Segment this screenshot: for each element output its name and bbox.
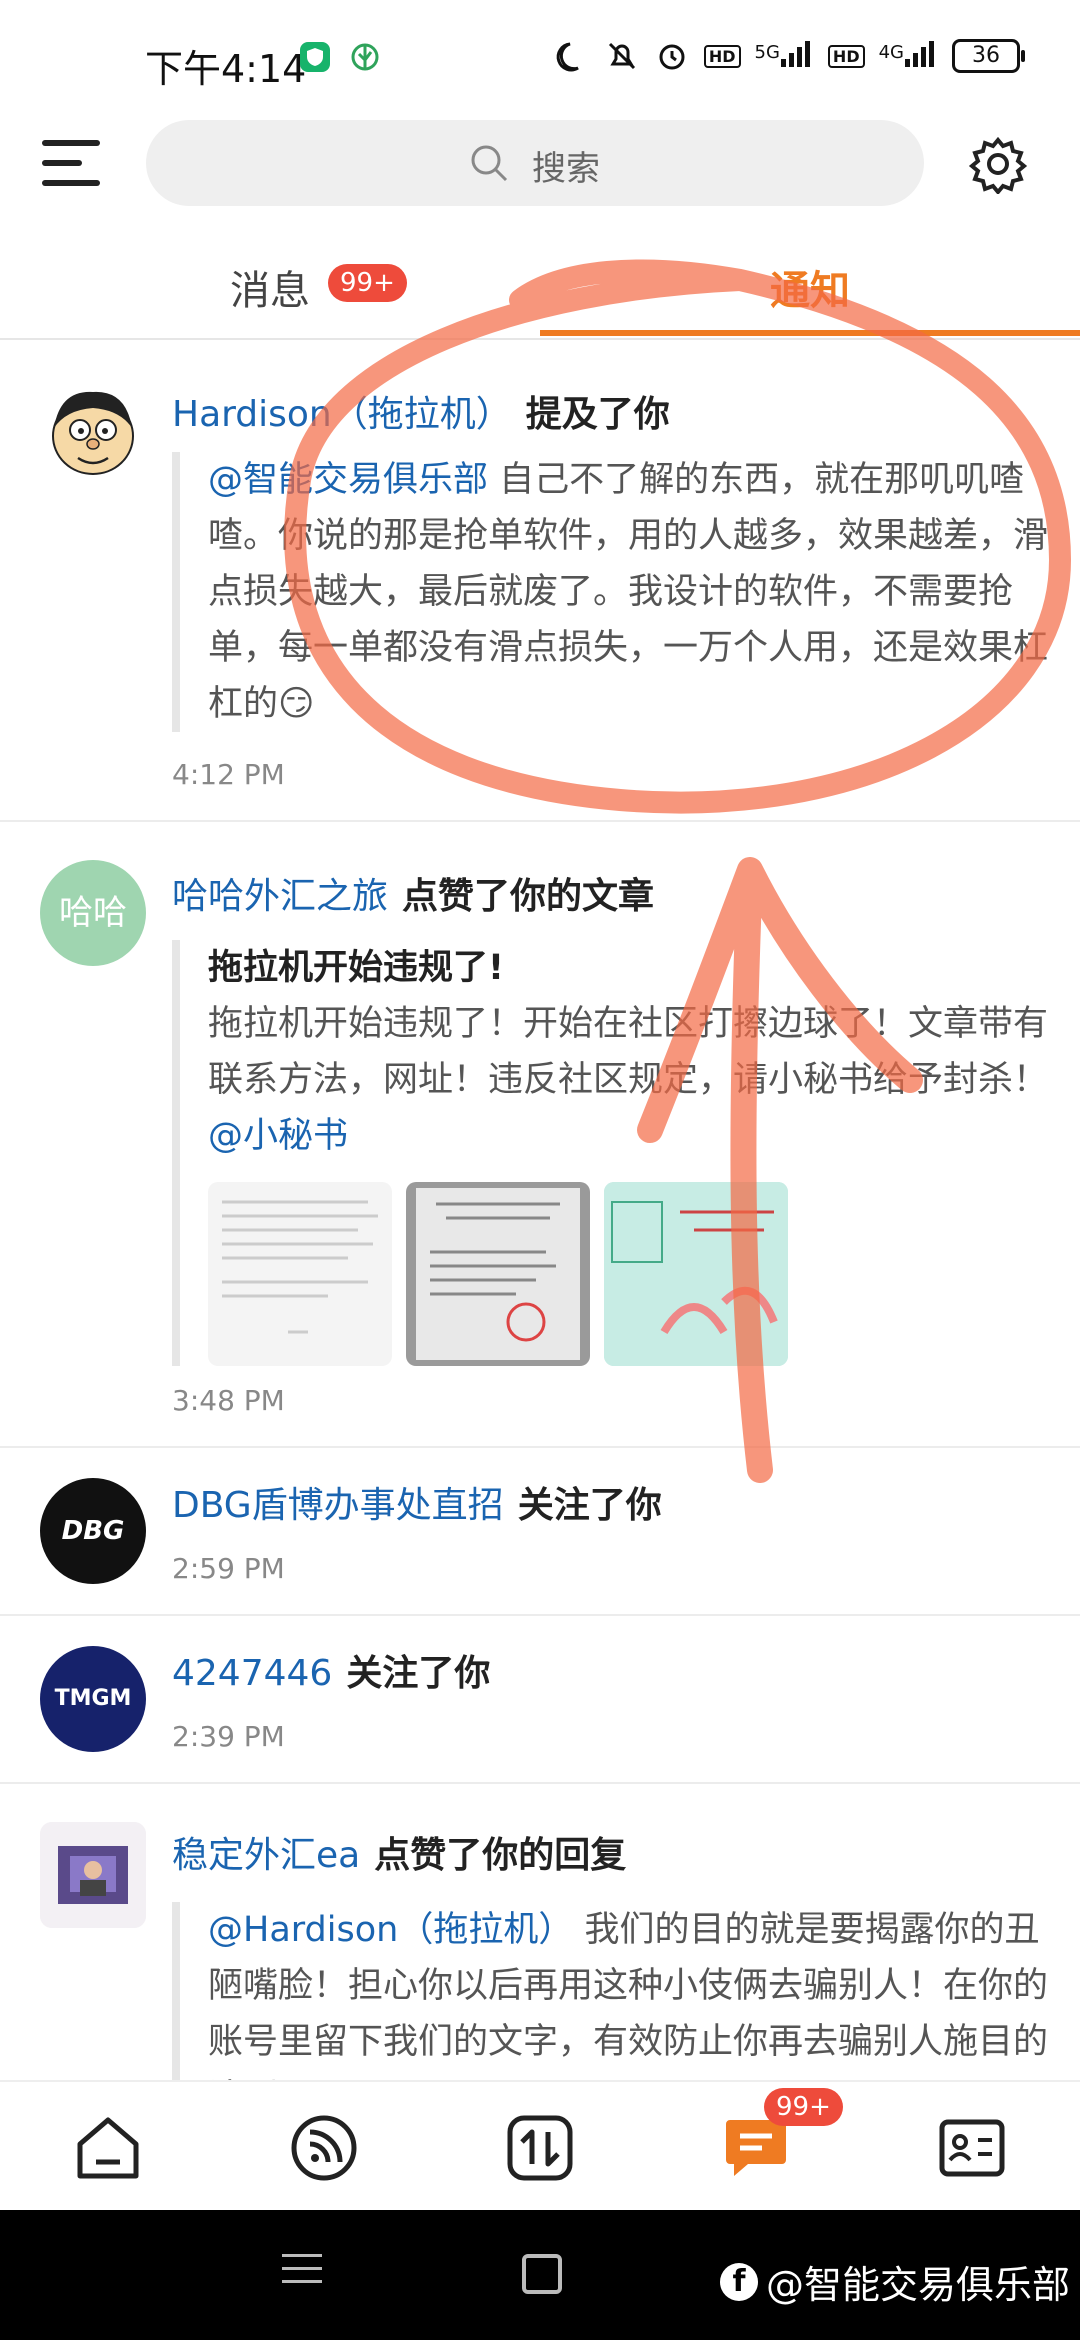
avatar-image bbox=[40, 1822, 146, 1928]
facebook-icon: f bbox=[719, 2262, 758, 2301]
article-title: 拖拉机开始违规了! bbox=[208, 948, 504, 988]
signal-icon-2 bbox=[905, 41, 934, 67]
tab-notifications[interactable]: 通知 bbox=[770, 258, 850, 316]
mention-link[interactable]: @智能交易俱乐部 bbox=[208, 460, 488, 500]
action-text: 点赞了你的文章 bbox=[402, 876, 655, 917]
alarm-icon bbox=[659, 44, 685, 70]
tab-messages[interactable]: 消息 bbox=[230, 258, 310, 316]
article-image[interactable] bbox=[406, 1182, 590, 1366]
item-headline: 4247446 关注了你 bbox=[172, 1644, 490, 1696]
hd-label: HD bbox=[703, 44, 741, 68]
article-quote[interactable]: 拖拉机开始违规了! 拖拉机开始违规了！开始在社区打擦边球了！文章带有联系方法，网… bbox=[172, 940, 1058, 1366]
comment-quote[interactable]: @智能交易俱乐部 自己不了解的东西，就在那叽叽喳喳。你说的那是抢单软件，用的人越… bbox=[172, 452, 1058, 732]
shield-icon bbox=[300, 42, 330, 72]
messages-nav-badge: 99+ bbox=[764, 2088, 843, 2126]
moon-icon bbox=[556, 42, 579, 72]
user-name[interactable]: 哈哈外汇之旅 bbox=[172, 876, 388, 917]
item-headline: DBG盾博办事处直招 关注了你 bbox=[172, 1476, 662, 1528]
hd-label-2: HD bbox=[827, 44, 865, 68]
action-text: 关注了你 bbox=[346, 1653, 491, 1694]
avatar-text: 哈哈 bbox=[59, 893, 127, 933]
home-button[interactable] bbox=[522, 2254, 562, 2294]
notification-list: Hardison（拖拉机） 提及了你 @智能交易俱乐部 自己不了解的东西，就在那叽… bbox=[0, 340, 1080, 2080]
recents-button[interactable] bbox=[282, 2254, 322, 2293]
search-placeholder: 搜索 bbox=[532, 149, 600, 189]
user-name[interactable]: 4247446 bbox=[172, 1653, 332, 1694]
notification-item[interactable]: DBG DBG盾博办事处直招 关注了你 2:59 PM bbox=[0, 1448, 1080, 1616]
user-name[interactable]: Hardison（拖拉机） bbox=[172, 394, 512, 435]
gear-icon[interactable] bbox=[968, 134, 1028, 194]
messages-badge: 99+ bbox=[328, 264, 407, 302]
mention-link[interactable]: @小秘书 bbox=[208, 1116, 348, 1156]
timestamp: 2:59 PM bbox=[172, 1552, 285, 1585]
system-nav-bar: f @智能交易俱乐部 bbox=[0, 2210, 1080, 2340]
action-text: 关注了你 bbox=[517, 1485, 662, 1526]
article-text: 拖拉机开始违规了！开始在社区打擦边球了！文章带有联系方法，网址！违反社区规定，请… bbox=[208, 1004, 1049, 1100]
user-name[interactable]: DBG盾博办事处直招 bbox=[172, 1485, 504, 1526]
search-icon bbox=[471, 145, 508, 182]
bell-off-icon bbox=[608, 42, 635, 70]
item-headline: 稳定外汇ea 点赞了你的回复 bbox=[172, 1826, 626, 1878]
menu-button[interactable] bbox=[42, 140, 100, 192]
timestamp: 2:39 PM bbox=[172, 1720, 285, 1753]
search-bar[interactable]: 搜索 bbox=[146, 120, 924, 206]
feed-icon[interactable] bbox=[288, 2112, 360, 2184]
image-thumbnails bbox=[208, 1182, 1058, 1366]
profile-card-icon[interactable] bbox=[936, 2112, 1008, 2184]
avatar[interactable]: TMGM bbox=[40, 1646, 146, 1752]
notification-item[interactable]: 稳定外汇ea 点赞了你的回复 @Hardison（拖拉机） 我们的目的就是要揭露你… bbox=[0, 1784, 1080, 2080]
mention-link[interactable]: @Hardison（拖拉机） bbox=[208, 1910, 573, 1950]
signal-icon bbox=[780, 41, 810, 67]
cartoon-face-icon bbox=[40, 378, 146, 484]
action-text: 点赞了你的回复 bbox=[374, 1835, 627, 1876]
notification-item[interactable]: 哈哈 哈哈外汇之旅 点赞了你的文章 拖拉机开始违规了! 拖拉机开始违规了！开始在社… bbox=[0, 822, 1080, 1448]
home-icon[interactable] bbox=[72, 2112, 144, 2184]
avatar[interactable]: DBG bbox=[40, 1478, 146, 1584]
status-bar: 下午4:14 HD 5G HD 4G 36 bbox=[0, 0, 1080, 120]
avatar-text: TMGM bbox=[54, 1686, 132, 1711]
active-tab-indicator bbox=[540, 330, 1080, 336]
user-name[interactable]: 稳定外汇ea bbox=[172, 1835, 360, 1876]
avatar[interactable]: 哈哈 bbox=[40, 860, 146, 966]
trade-icon[interactable] bbox=[504, 2112, 576, 2184]
avatar[interactable] bbox=[40, 378, 146, 484]
article-image[interactable] bbox=[208, 1182, 392, 1366]
watermark: f @智能交易俱乐部 bbox=[719, 2254, 1070, 2309]
top-bar: 搜索 bbox=[0, 120, 1080, 210]
network-4g: 4G bbox=[879, 39, 938, 73]
item-headline: 哈哈外汇之旅 点赞了你的文章 bbox=[172, 867, 654, 919]
timestamp: 3:48 PM bbox=[172, 1384, 285, 1417]
battery-indicator: 36 bbox=[952, 39, 1025, 73]
avatar-text: DBG bbox=[61, 1516, 125, 1546]
action-text: 提及了你 bbox=[525, 394, 670, 435]
item-headline: Hardison（拖拉机） 提及了你 bbox=[172, 385, 670, 437]
reply-quote[interactable]: @Hardison（拖拉机） 我们的目的就是要揭露你的丑陋嘴脸！担心你以后再用这… bbox=[172, 1902, 1058, 2080]
avatar[interactable] bbox=[40, 1822, 146, 1928]
article-image[interactable] bbox=[604, 1182, 788, 1366]
tab-bar: 消息 99+ 通知 bbox=[0, 238, 1080, 340]
leaf-icon bbox=[351, 43, 379, 71]
notification-item[interactable]: Hardison（拖拉机） 提及了你 @智能交易俱乐部 自己不了解的东西，就在那叽… bbox=[0, 340, 1080, 822]
notification-item[interactable]: TMGM 4247446 关注了你 2:39 PM bbox=[0, 1616, 1080, 1784]
watermark-text: @智能交易俱乐部 bbox=[765, 2263, 1070, 2307]
network-5g: 5G bbox=[755, 39, 814, 73]
bottom-nav: 99+ bbox=[0, 2080, 1080, 2212]
timestamp: 4:12 PM bbox=[172, 758, 285, 791]
status-time: 下午4:14 bbox=[145, 47, 307, 91]
